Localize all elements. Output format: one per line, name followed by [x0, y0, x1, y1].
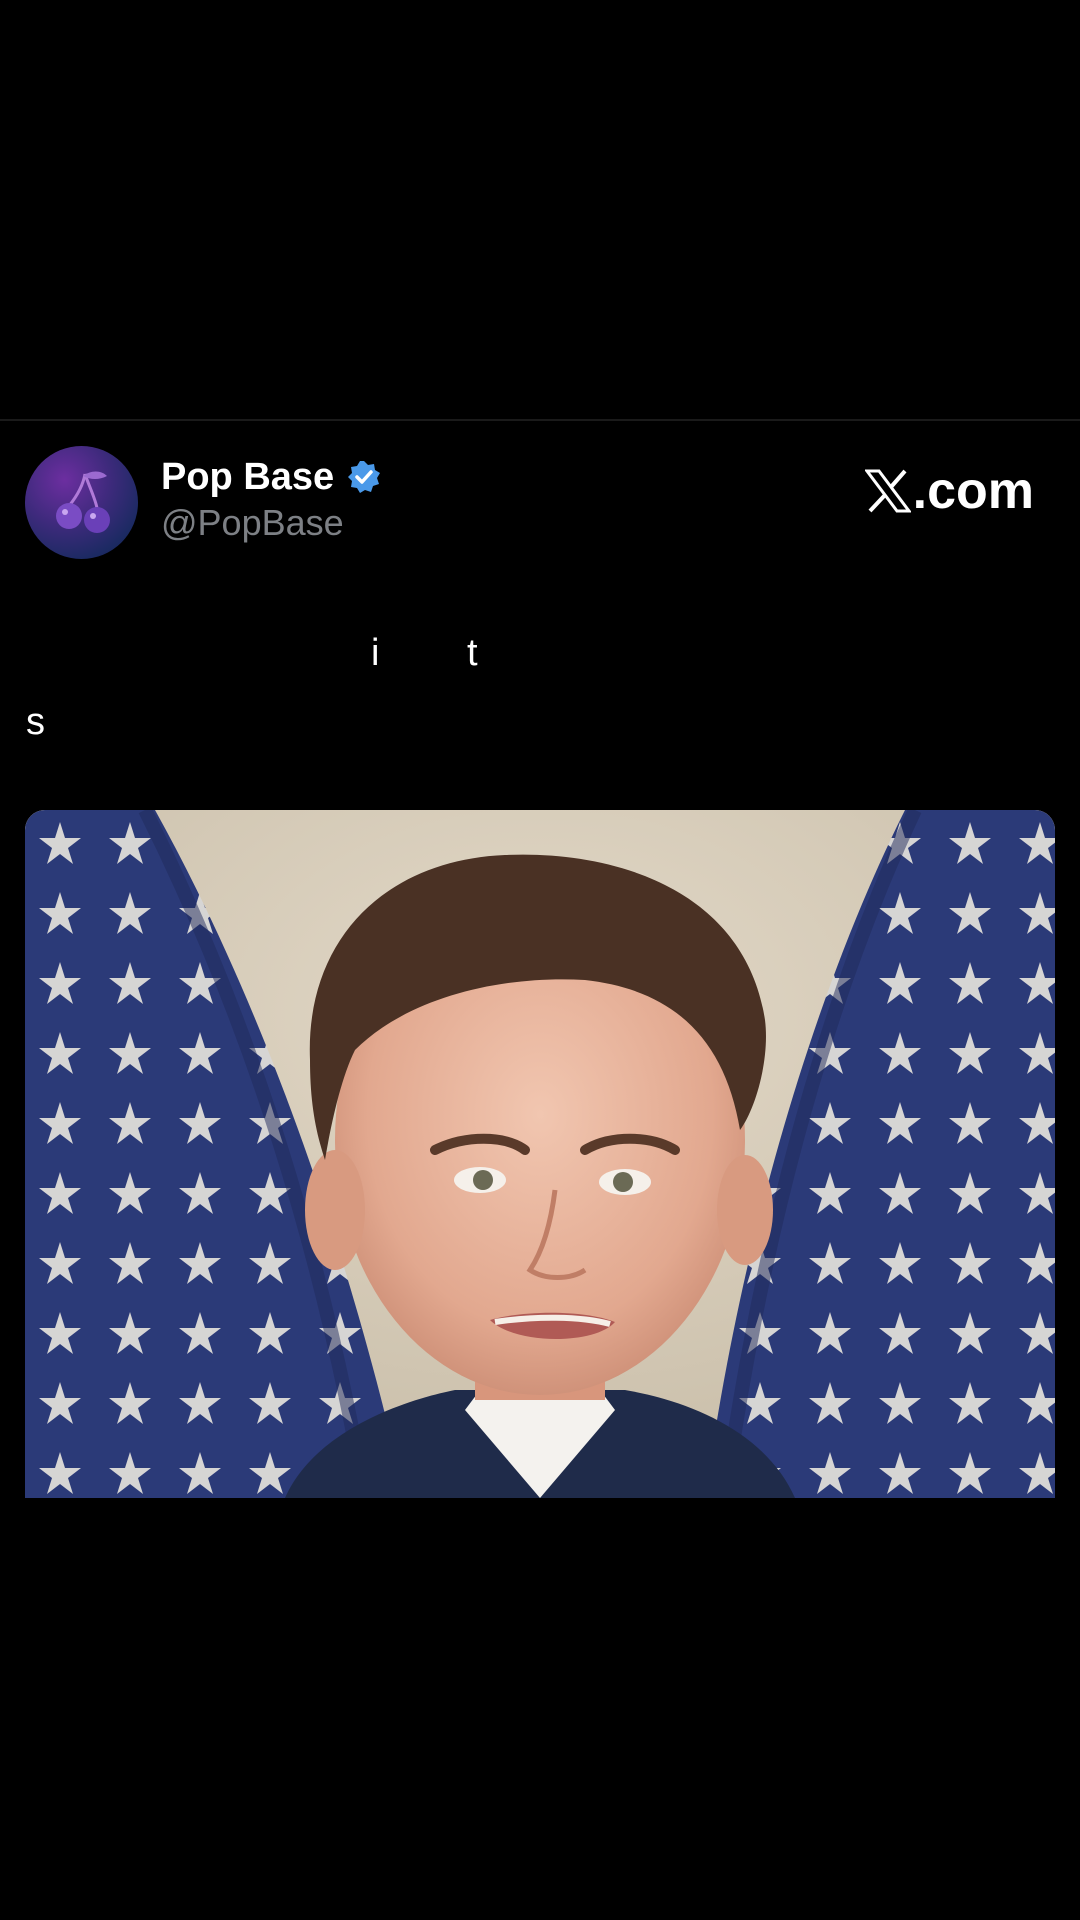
caption-fragment: i [371, 632, 380, 674]
user-handle[interactable]: @PopBase [161, 505, 344, 541]
caption-fragment: t [467, 632, 478, 674]
profile-avatar[interactable] [25, 446, 138, 559]
verified-badge-icon [348, 461, 381, 493]
top-divider [0, 419, 1080, 421]
x-logo-icon [864, 469, 911, 513]
post-video[interactable] [25, 810, 1055, 1498]
caption-fragment: s [26, 701, 45, 743]
name-row: Pop Base [161, 452, 382, 502]
display-name[interactable]: Pop Base [161, 458, 334, 496]
site-watermark: .com [864, 462, 1034, 520]
cherry-icon [56, 471, 110, 533]
video-frame-image [25, 810, 1055, 1498]
site-domain-text: .com [912, 462, 1034, 520]
